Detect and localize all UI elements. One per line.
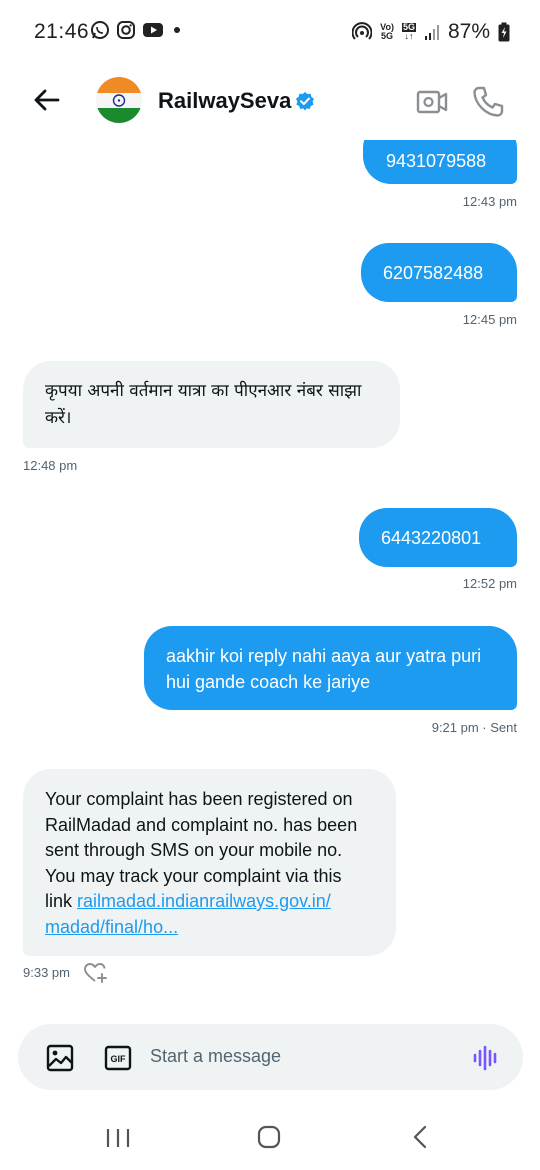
app-screen: 21:46 Vo) 5G 5G ↓↑ 87% RailwaySeva 94310… [0,0,540,1170]
message-bubble-outgoing[interactable]: 6207582488 [361,243,517,302]
message-bubble-incoming[interactable]: कृपया अपनी वर्तमान यात्रा का पीएनआर नंबर… [23,361,400,448]
status-right: Vo) 5G 5G ↓↑ 87% [352,20,510,44]
instagram-icon [117,21,135,39]
message-bubble-outgoing[interactable]: aakhir koi reply nahi aaya aur yatra pur… [144,626,517,710]
home-icon[interactable] [256,1124,282,1150]
hotspot-icon [352,22,373,40]
message-bubble-incoming[interactable]: Your complaint has been registered on Ra… [23,769,396,956]
video-call-icon [416,90,448,114]
arrow-left-icon [34,89,60,111]
message-bubble-outgoing[interactable]: 6443220801 [359,508,517,567]
signal-icon [424,25,439,40]
complaint-link-continued[interactable]: madad/final/ho... [45,917,178,937]
message-text: 6443220801 [381,528,482,548]
svg-text:GIF: GIF [111,1054,127,1064]
notification-icons [90,20,184,40]
message-input[interactable]: Start a message [150,1046,450,1067]
message-text: aakhir koi reply nahi aaya aur yatra pur… [166,646,482,692]
5g-indicator: 5G ↓↑ [401,22,416,41]
whatsapp-icon [91,21,109,39]
dot-icon [174,27,180,33]
add-image-button[interactable] [46,1044,74,1072]
back-nav-icon[interactable] [410,1124,430,1150]
complaint-link[interactable]: railmadad.indianrailways.gov.in/ [77,891,331,911]
battery-percent: 87% [447,20,490,43]
message-text: Your complaint has been registered on Ra… [45,789,358,937]
back-button[interactable] [28,82,64,118]
message-list[interactable]: 9431079588 12:43 pm 6207582488 12:45 pm … [0,140,540,1010]
verified-badge-icon [296,92,314,111]
india-flag-avatar-icon [96,77,142,123]
message-bubble-outgoing[interactable]: 9431079588 [363,140,517,184]
recents-icon[interactable] [104,1126,132,1150]
voice-wave-icon [473,1045,497,1071]
phone-icon [473,86,504,117]
status-bar: 21:46 Vo) 5G 5G ↓↑ 87% [0,0,540,62]
conversation-header: RailwaySeva [0,62,540,140]
status-time: 21:46 [34,20,90,43]
system-nav-bar [0,1100,540,1170]
message-text: 9431079588 [386,151,487,171]
message-timestamp: 12:52 pm [462,576,517,591]
video-call-button[interactable] [414,84,450,120]
heart-plus-icon[interactable] [83,961,109,985]
volte-indicator: Vo) 5G [380,22,394,41]
message-timestamp: 12:43 pm [462,194,517,209]
gif-icon: GIF [104,1045,132,1071]
battery-charging-icon [498,22,510,42]
message-timestamp: 12:45 pm [462,312,517,327]
message-timestamp: 9:21 pm · Sent [431,720,517,735]
add-gif-button[interactable]: GIF [104,1044,132,1072]
image-icon [46,1044,74,1072]
message-text: कृपया अपनी वर्तमान यात्रा का पीएनआर नंबर… [45,381,362,428]
voice-call-button[interactable] [470,84,506,120]
voice-message-button[interactable] [470,1042,502,1074]
avatar[interactable] [96,77,142,123]
message-timestamp: 12:48 pm [23,458,78,473]
youtube-icon [143,23,163,37]
contact-name[interactable]: RailwaySeva [158,88,291,114]
message-text: 6207582488 [383,263,484,283]
compose-bar: GIF Start a message [18,1024,523,1090]
